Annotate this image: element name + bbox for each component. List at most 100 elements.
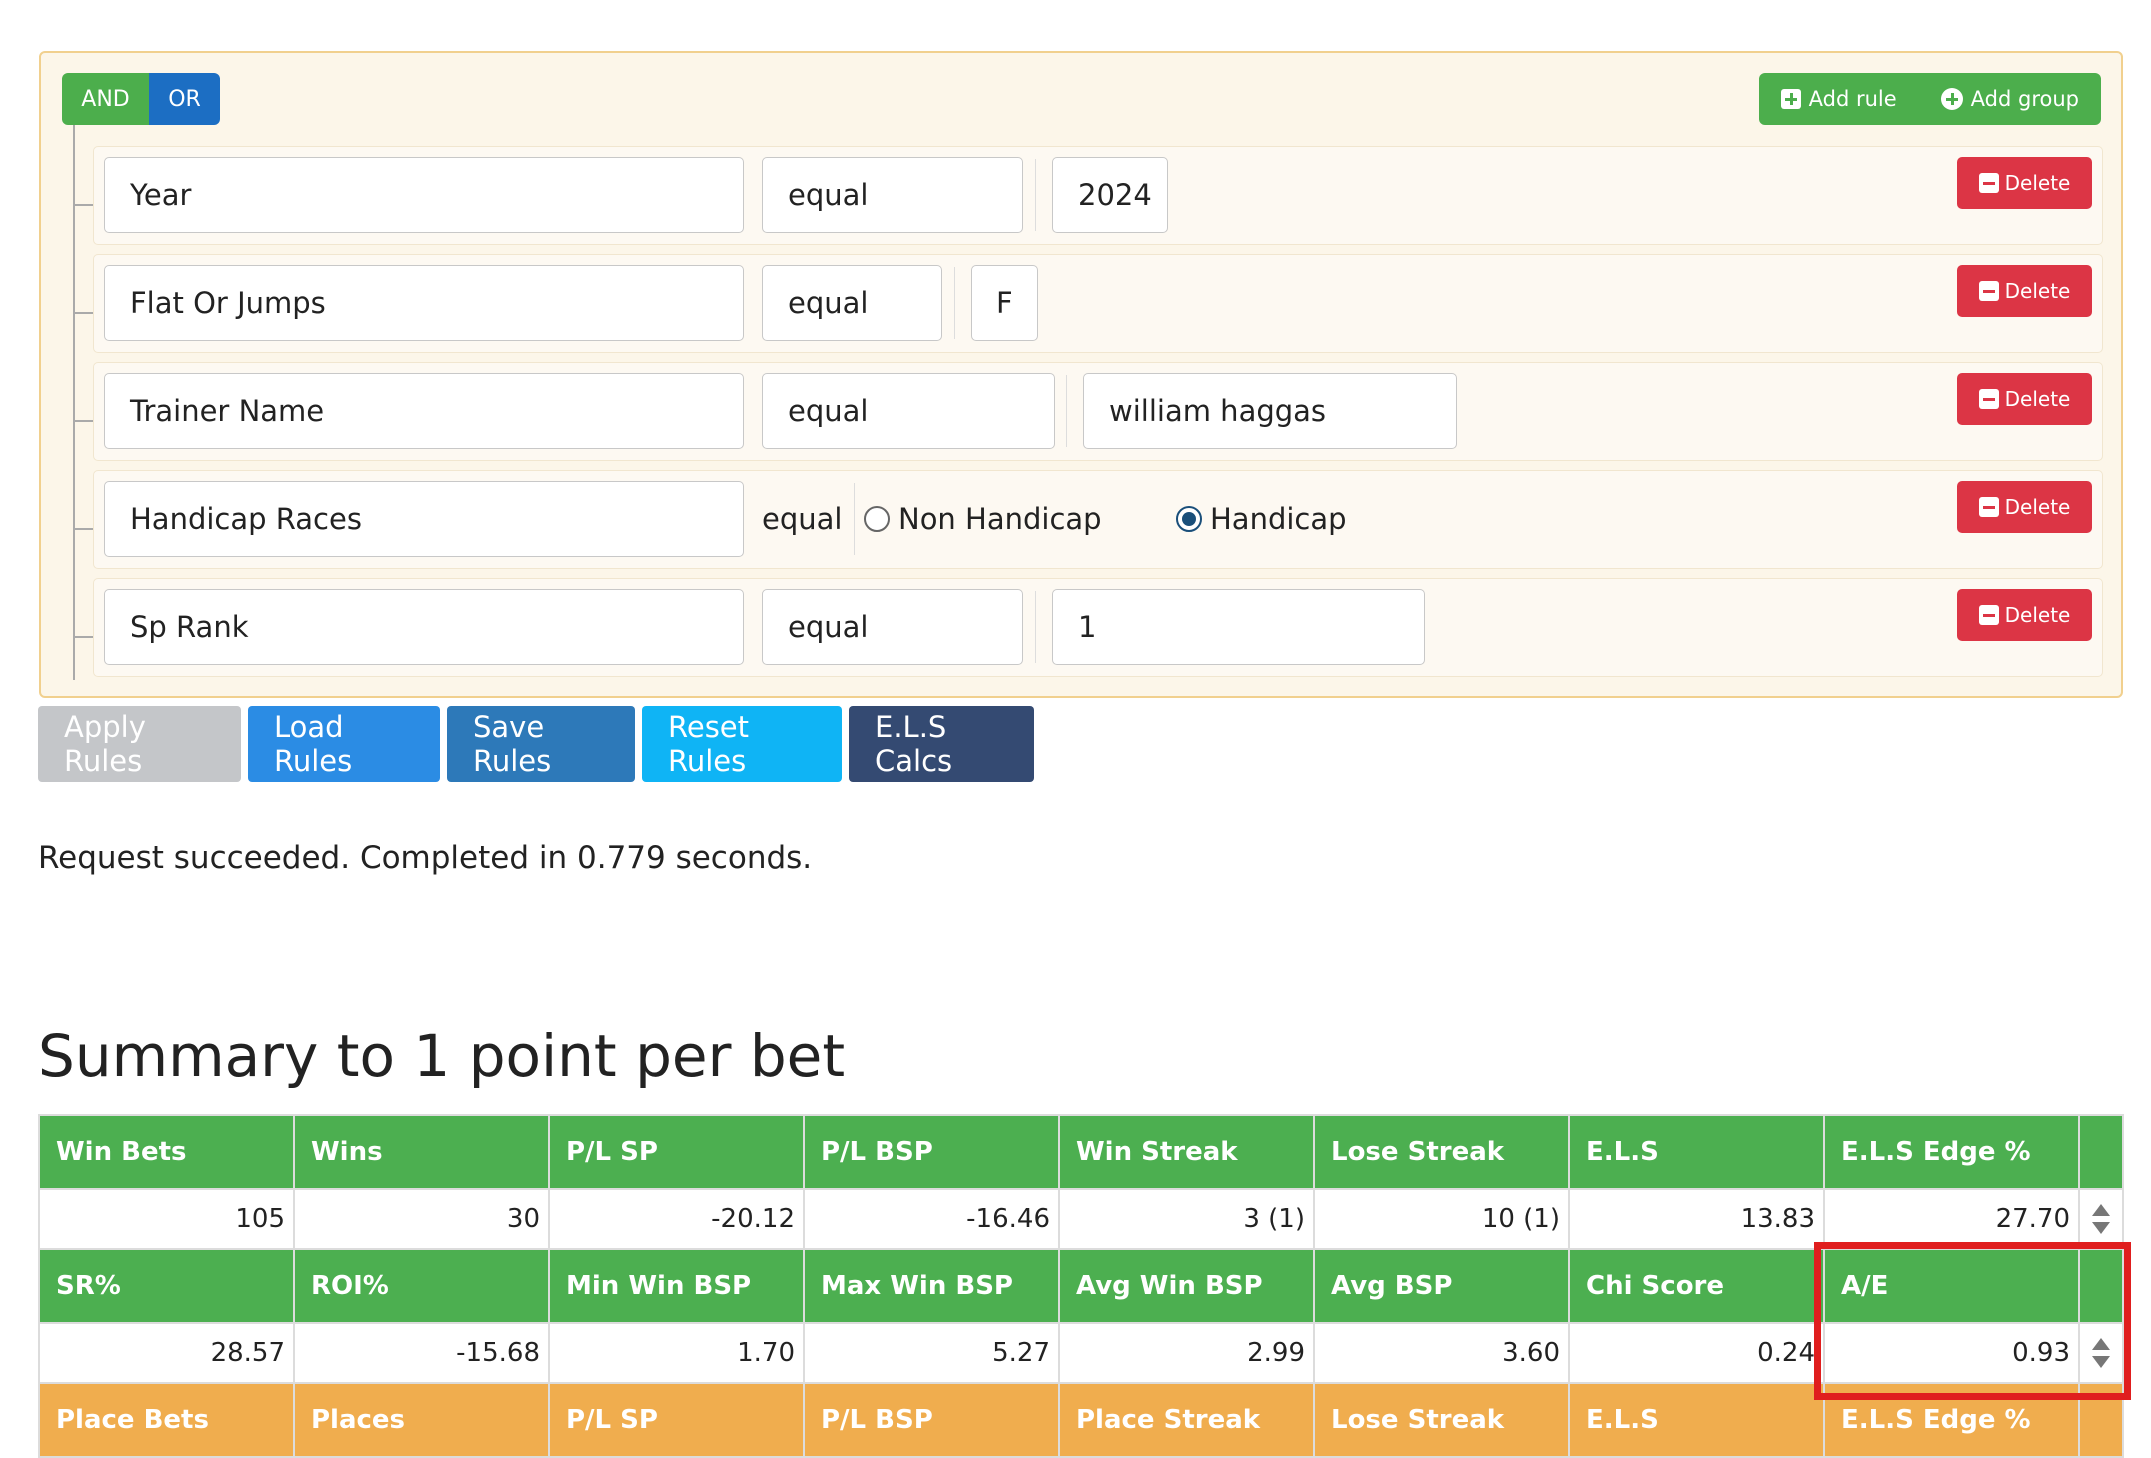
- save-rules-button[interactable]: Save Rules: [447, 706, 635, 782]
- rule-value-input[interactable]: 1: [1052, 589, 1425, 665]
- value-cell: 2.99: [1058, 1322, 1315, 1384]
- header-row-win: Win Bets Wins P/L SP P/L BSP Win Streak …: [38, 1114, 2124, 1190]
- delete-button[interactable]: Delete: [1957, 589, 2092, 641]
- tree-tick: [73, 528, 93, 530]
- separator: [854, 483, 855, 555]
- header-row-stats: SR% ROI% Min Win BSP Max Win BSP Avg Win…: [38, 1248, 2124, 1324]
- rule-value-input[interactable]: william haggas: [1083, 373, 1457, 449]
- rule-operator-select[interactable]: equal: [762, 589, 1023, 665]
- tree-tick: [73, 420, 93, 422]
- minus-square-icon: [1978, 389, 1999, 409]
- top-partial-link: [1835, 0, 1895, 2]
- separator: [1066, 375, 1067, 447]
- rule-trainer-name: Trainer Name equal william haggas Delete: [93, 362, 2103, 461]
- delete-label: Delete: [2004, 387, 2071, 411]
- header-cell: SR%: [38, 1248, 295, 1324]
- delete-label: Delete: [2004, 171, 2071, 195]
- header-cell: Lose Streak: [1313, 1382, 1570, 1458]
- tree-tick: [73, 312, 93, 314]
- header-cell: P/L SP: [548, 1382, 805, 1458]
- delete-label: Delete: [2004, 603, 2071, 627]
- header-row-place: Place Bets Places P/L SP P/L BSP Place S…: [38, 1382, 2124, 1458]
- header-cell: P/L BSP: [803, 1114, 1060, 1190]
- add-rule-button[interactable]: Add rule: [1759, 73, 1919, 125]
- value-row-stats: 28.57 -15.68 1.70 5.27 2.99 3.60 0.24 0.…: [38, 1322, 2124, 1384]
- delete-button[interactable]: Delete: [1957, 157, 2092, 209]
- header-cell: Chi Score: [1568, 1248, 1825, 1324]
- header-cell: P/L BSP: [803, 1382, 1060, 1458]
- header-cell: ROI%: [293, 1248, 550, 1324]
- els-calcs-button[interactable]: E.L.S Calcs: [849, 706, 1034, 782]
- status-message: Request succeeded. Completed in 0.779 se…: [38, 840, 813, 876]
- value-cell: 5.27: [803, 1322, 1060, 1384]
- value-cell: 3.60: [1313, 1322, 1570, 1384]
- rule-value-input[interactable]: F: [971, 265, 1038, 341]
- and-button[interactable]: AND: [62, 73, 149, 125]
- separator: [1035, 591, 1036, 663]
- rule-field-select[interactable]: Year: [104, 157, 744, 233]
- delete-button[interactable]: Delete: [1957, 481, 2092, 533]
- reset-rules-button[interactable]: Reset Rules: [642, 706, 842, 782]
- radio-non-handicap[interactable]: Non Handicap: [864, 481, 1102, 557]
- minus-square-icon: [1978, 497, 1999, 517]
- header-cell: E.L.S Edge %: [1823, 1114, 2080, 1190]
- load-rules-button[interactable]: Load Rules: [248, 706, 440, 782]
- rule-field-select[interactable]: Handicap Races: [104, 481, 744, 557]
- radio-circle-unchecked[interactable]: [864, 506, 890, 532]
- rule-value-input[interactable]: 2024: [1052, 157, 1168, 233]
- value-cell: 27.70: [1823, 1188, 2080, 1250]
- header-cell: Place Streak: [1058, 1382, 1315, 1458]
- sort-down-icon[interactable]: [2092, 1222, 2110, 1234]
- rule-field-select[interactable]: Trainer Name: [104, 373, 744, 449]
- tree-tick: [73, 204, 93, 206]
- delete-label: Delete: [2004, 495, 2071, 519]
- header-cell: Avg BSP: [1313, 1248, 1570, 1324]
- add-group-button[interactable]: Add group: [1919, 73, 2101, 125]
- header-cell: Win Streak: [1058, 1114, 1315, 1190]
- delete-button[interactable]: Delete: [1957, 265, 2092, 317]
- radio-circle-checked[interactable]: [1176, 506, 1202, 532]
- add-buttons: Add rule Add group: [1758, 73, 2101, 125]
- rule-handicap-races: Handicap Races equal Non Handicap Handic…: [93, 470, 2103, 569]
- value-cell: 105: [38, 1188, 295, 1250]
- or-button[interactable]: OR: [149, 73, 220, 125]
- header-cell: Win Bets: [38, 1114, 295, 1190]
- minus-square-icon: [1978, 173, 1999, 193]
- tree-tick: [73, 636, 93, 638]
- apply-rules-button[interactable]: Apply Rules: [38, 706, 241, 782]
- plus-circle-icon: [1940, 88, 1963, 110]
- delete-label: Delete: [2004, 279, 2071, 303]
- minus-square-icon: [1978, 605, 1999, 625]
- query-builder: AND OR Add rule Add group Year equal 202…: [39, 51, 2123, 698]
- value-cell: 0.24: [1568, 1322, 1825, 1384]
- rule-operator-select[interactable]: equal: [762, 373, 1055, 449]
- plus-square-icon: [1780, 89, 1801, 109]
- rule-operator-select[interactable]: equal: [762, 157, 1023, 233]
- add-group-label: Add group: [1970, 87, 2079, 111]
- rule-operator-select[interactable]: equal: [762, 265, 942, 341]
- minus-square-icon: [1978, 281, 1999, 301]
- header-cell: Avg Win BSP: [1058, 1248, 1315, 1324]
- sort-control[interactable]: [2078, 1188, 2124, 1250]
- radio-handicap[interactable]: Handicap: [1176, 481, 1347, 557]
- value-cell: 28.57: [38, 1322, 295, 1384]
- sort-up-icon[interactable]: [2092, 1204, 2110, 1216]
- separator: [1035, 159, 1036, 231]
- header-cell: Places: [293, 1382, 550, 1458]
- value-cell: 3 (1): [1058, 1188, 1315, 1250]
- header-cell: Min Win BSP: [548, 1248, 805, 1324]
- summary-title: Summary to 1 point per bet: [38, 1022, 846, 1090]
- header-cell: E.L.S: [1568, 1114, 1825, 1190]
- value-cell: 10 (1): [1313, 1188, 1570, 1250]
- value-cell: -20.12: [548, 1188, 805, 1250]
- rule-field-select[interactable]: Sp Rank: [104, 589, 744, 665]
- condition-toggle: AND OR: [62, 73, 220, 125]
- radio-label: Non Handicap: [898, 502, 1102, 536]
- rule-sp-rank: Sp Rank equal 1 Delete: [93, 578, 2103, 677]
- value-row-win: 105 30 -20.12 -16.46 3 (1) 10 (1) 13.83 …: [38, 1188, 2124, 1250]
- delete-button[interactable]: Delete: [1957, 373, 2092, 425]
- header-cell: E.L.S: [1568, 1382, 1825, 1458]
- rule-operator-label: equal: [762, 502, 843, 536]
- rule-field-select[interactable]: Flat Or Jumps: [104, 265, 744, 341]
- value-cell: -15.68: [293, 1322, 550, 1384]
